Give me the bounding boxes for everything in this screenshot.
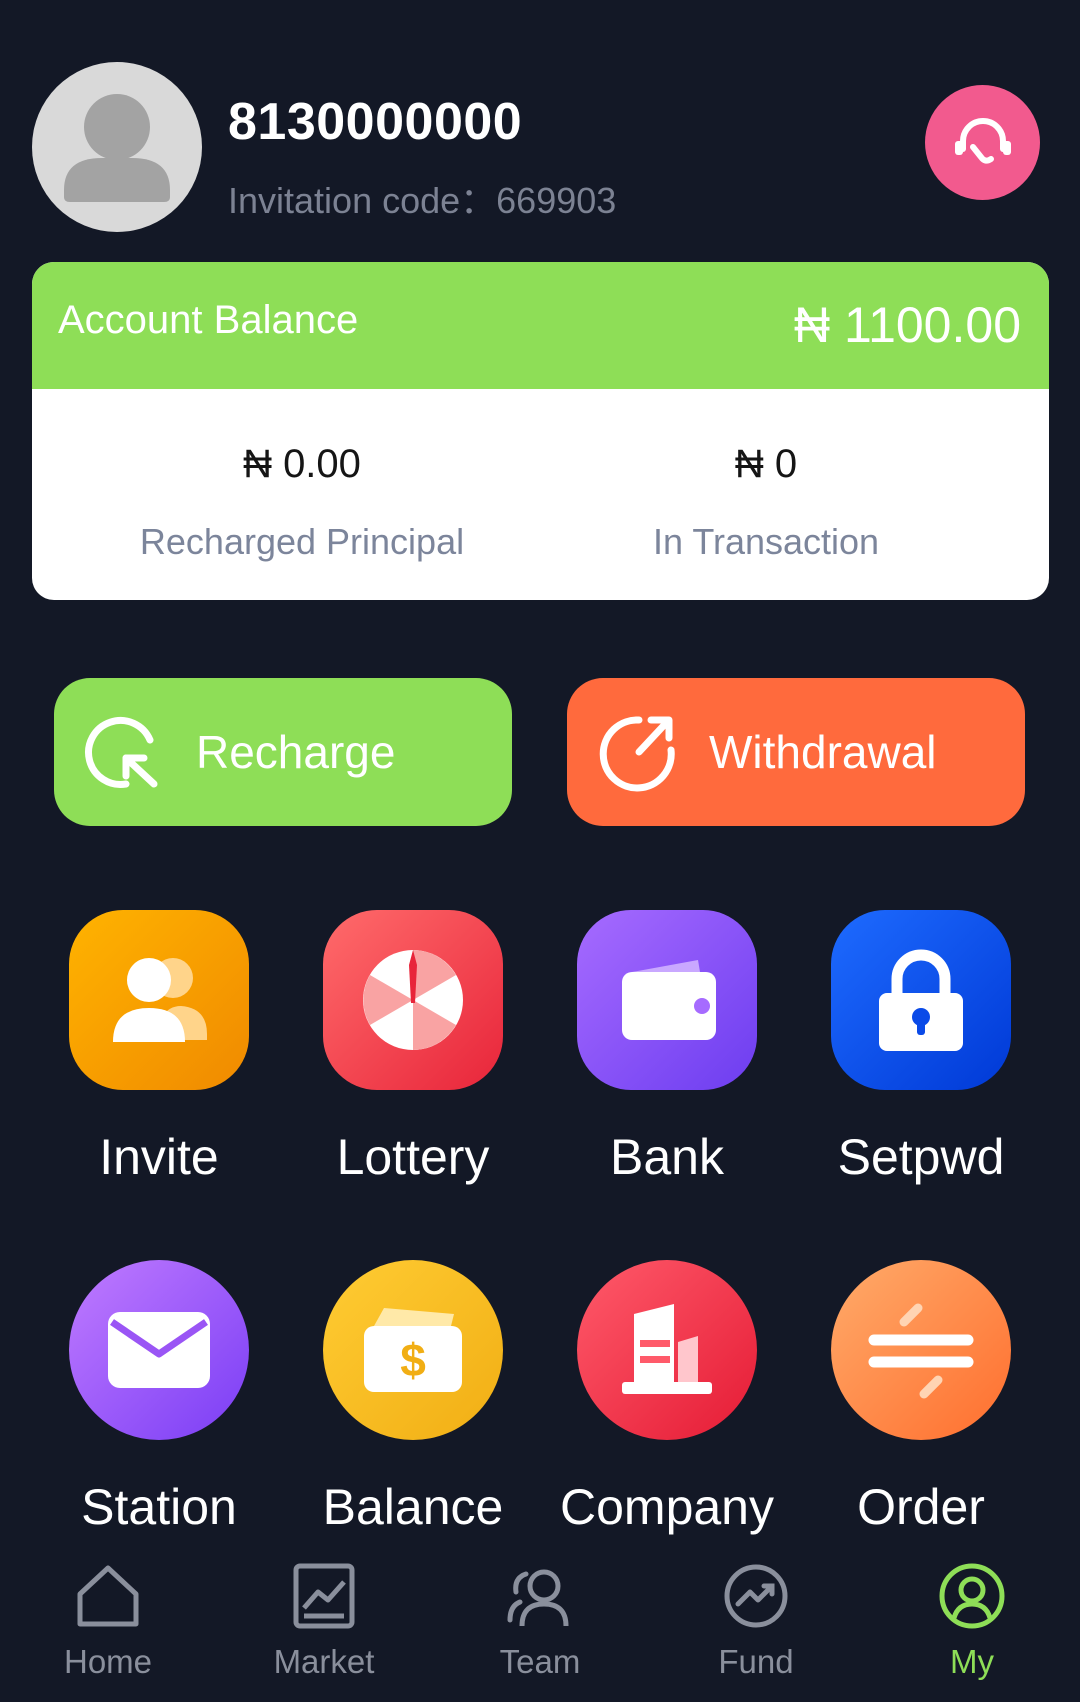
- tab-label: Home: [63, 1643, 153, 1680]
- tab-team[interactable]: Team: [460, 1560, 620, 1681]
- grid-item-invite[interactable]: Invite: [32, 910, 286, 1186]
- recharge-icon: [85, 716, 158, 788]
- svg-text:$: $: [400, 1334, 426, 1386]
- grid-item-bank[interactable]: Bank: [540, 910, 794, 1186]
- invitation-code: Invitation code：669903: [228, 180, 617, 221]
- tab-home[interactable]: Home: [28, 1560, 188, 1681]
- exchange-icon: [831, 1260, 1011, 1440]
- grid-item-label: Station: [81, 1479, 237, 1535]
- tab-label: My: [950, 1643, 994, 1680]
- wallet-icon: [577, 910, 757, 1090]
- grid-item-label: Setpwd: [837, 1129, 1005, 1185]
- building-icon: [577, 1260, 757, 1440]
- in-transaction-stat: ₦ 0 In Transaction: [526, 442, 1006, 563]
- fund-icon: [724, 1564, 788, 1628]
- grid-item-label: Order: [857, 1479, 985, 1535]
- recharge-label: Recharge: [196, 726, 396, 778]
- grid-item-setpwd[interactable]: Setpwd: [794, 910, 1048, 1186]
- tab-fund[interactable]: Fund: [676, 1560, 836, 1681]
- grid-item-station[interactable]: Station: [32, 1260, 286, 1536]
- account-balance-amount: ₦ 1100.00: [793, 297, 1021, 353]
- chart-icon: [293, 1563, 355, 1629]
- grid-item-label: Bank: [610, 1129, 724, 1185]
- balance-card-header: Account Balance ₦ 1100.00: [32, 262, 1049, 389]
- tab-label: Fund: [718, 1643, 794, 1680]
- tab-my[interactable]: My: [892, 1560, 1052, 1681]
- withdrawal-label: Withdrawal: [709, 726, 937, 778]
- grid-item-label: Lottery: [336, 1129, 490, 1185]
- grid-item-balance[interactable]: $ Balance: [286, 1260, 540, 1536]
- in-transaction-value: ₦ 0: [734, 442, 798, 486]
- account-balance-label: Account Balance: [58, 298, 359, 342]
- customer-service-button[interactable]: [925, 85, 1040, 200]
- user-phone: 8130000000: [228, 93, 523, 151]
- avatar[interactable]: [32, 62, 202, 232]
- grid-item-order[interactable]: Order: [794, 1260, 1048, 1536]
- grid-item-label: Company: [560, 1479, 774, 1535]
- team-icon: [507, 1569, 569, 1627]
- recharge-button[interactable]: Recharge: [54, 678, 512, 826]
- envelope-icon: [69, 1260, 249, 1440]
- tab-label: Market: [273, 1643, 375, 1680]
- recharged-principal-label: Recharged Principal: [139, 521, 465, 562]
- tab-market[interactable]: Market: [244, 1560, 404, 1681]
- recharged-principal-stat: ₦ 0.00 Recharged Principal: [62, 442, 542, 563]
- grid-item-lottery[interactable]: Lottery: [286, 910, 540, 1186]
- balance-card: Account Balance ₦ 1100.00 ₦ 0.00 Recharg…: [32, 262, 1049, 600]
- withdrawal-button[interactable]: Withdrawal: [567, 678, 1025, 826]
- withdrawal-icon: [599, 716, 675, 792]
- grid-item-label: Invite: [99, 1129, 219, 1185]
- wheel-icon: [323, 910, 503, 1090]
- grid-item-company[interactable]: Company: [540, 1260, 794, 1536]
- in-transaction-label: In Transaction: [652, 521, 880, 562]
- home-icon: [77, 1565, 139, 1627]
- headset-icon: [954, 117, 1011, 164]
- recharged-principal-value: ₦ 0.00: [243, 442, 361, 486]
- lock-icon: [831, 910, 1011, 1090]
- people-icon: [69, 910, 249, 1090]
- tab-label: Team: [499, 1643, 581, 1680]
- user-icon: [939, 1563, 1005, 1629]
- user-silhouette-icon: [64, 94, 170, 202]
- money-icon: $: [323, 1260, 503, 1440]
- grid-item-label: Balance: [322, 1479, 504, 1535]
